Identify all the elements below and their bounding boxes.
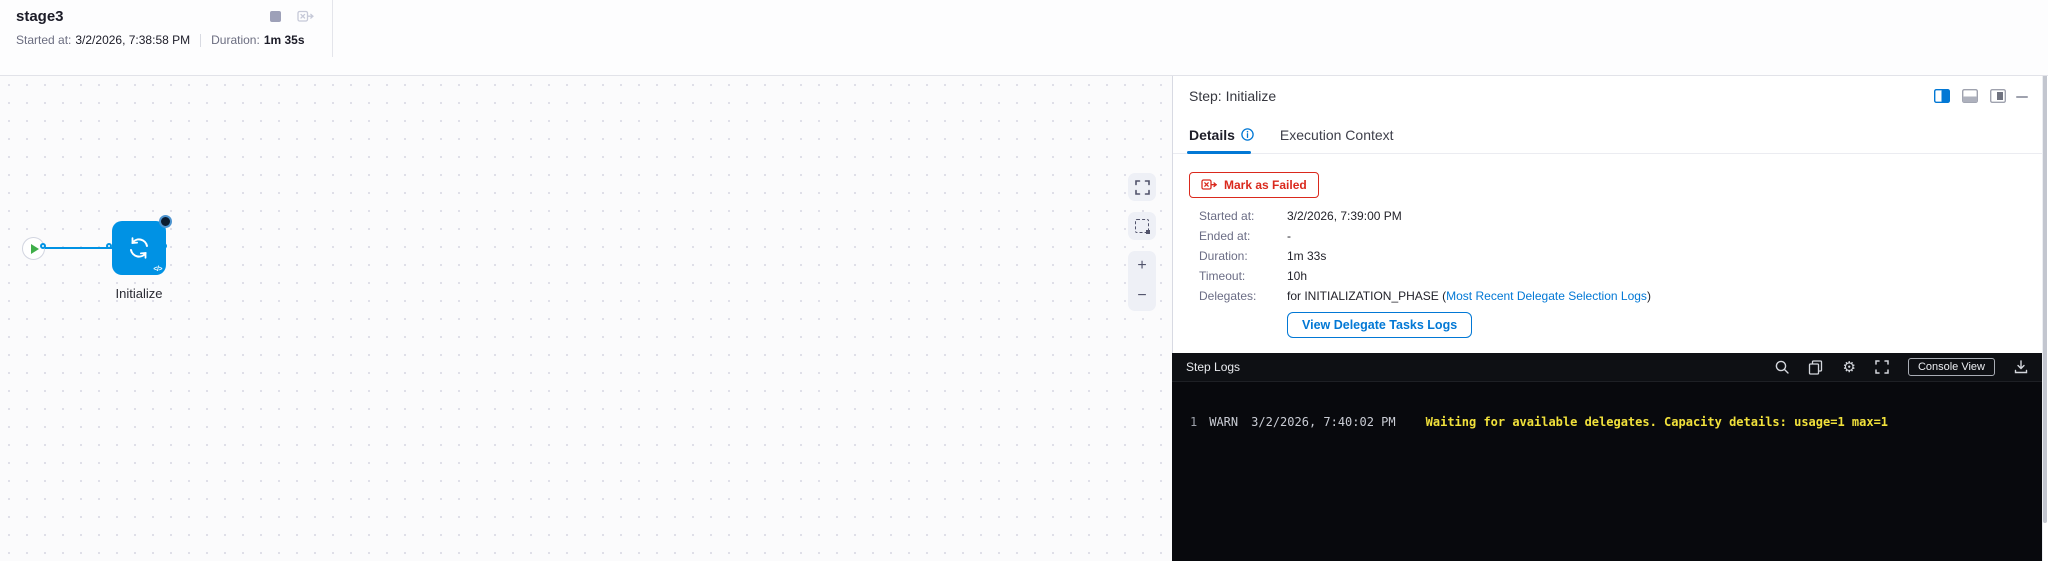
view-delegate-tasks-logs-button[interactable]: View Delegate Tasks Logs <box>1287 312 1473 338</box>
detail-label: Duration: <box>1199 249 1248 263</box>
stage-subtitle: Started at: 3/2/2026, 7:38:58 PM Duratio… <box>16 33 305 47</box>
download-icon[interactable] <box>2014 360 2028 374</box>
detail-value: 10h <box>1287 269 1308 283</box>
zoom-out-button[interactable]: − <box>1128 281 1156 311</box>
layout-right-panel-icon[interactable] <box>1934 89 1950 103</box>
marquee-select-button[interactable] <box>1128 212 1156 240</box>
detail-label: Timeout: <box>1199 269 1246 283</box>
step-status-badge <box>159 215 172 228</box>
step-panel-title: Step: Initialize <box>1189 88 1277 104</box>
log-message: Waiting for available delegates. Capacit… <box>1425 415 1889 429</box>
console-view-button[interactable]: Console View <box>1907 358 1995 376</box>
step-logs-title: Step Logs <box>1186 360 1241 374</box>
tab-details[interactable]: Details <box>1189 127 1254 143</box>
tab-execution-context[interactable]: Execution Context <box>1280 127 1394 143</box>
mark-failed-disabled-icon[interactable] <box>297 10 315 23</box>
abort-icon[interactable] <box>270 11 281 22</box>
detail-value: 1m 33s <box>1287 249 1327 263</box>
layout-split-panel-icon[interactable] <box>1990 89 2006 103</box>
zoom-in-button[interactable]: + <box>1128 251 1156 281</box>
delegate-selection-logs-link[interactable]: Most Recent Delegate Selection Logs <box>1446 289 1647 303</box>
page-scrollbar-track[interactable] <box>2042 0 2048 561</box>
collapse-panel-icon[interactable] <box>2016 96 2028 98</box>
log-level: WARN <box>1209 415 1239 429</box>
sync-running-icon <box>124 233 154 263</box>
page-scrollbar-thumb[interactable] <box>2043 0 2047 523</box>
step-panel-tabs: Details Execution Context <box>1173 116 2042 154</box>
step-logs-console: Step Logs ⚙ Console View 1 WARN 3/2/2026… <box>1172 353 2042 561</box>
panel-layout-toggles <box>1934 89 2006 103</box>
layout-bottom-panel-icon[interactable] <box>1962 89 1978 103</box>
settings-gear-icon[interactable]: ⚙ <box>1842 360 1855 375</box>
edge-connector <box>45 247 113 249</box>
delegates-value: for INITIALIZATION_PHASE (Most Recent De… <box>1287 290 1651 303</box>
search-icon[interactable] <box>1775 360 1790 374</box>
detail-label: Ended at: <box>1199 229 1251 243</box>
header-divider <box>332 0 333 57</box>
started-at-label: Started at: <box>16 33 72 47</box>
detail-label: Started at: <box>1199 209 1255 223</box>
log-line-number: 1 <box>1190 415 1198 429</box>
step-logs-header: Step Logs ⚙ Console View <box>1172 353 2042 382</box>
delegates-suffix: ) <box>1646 289 1651 303</box>
code-icon: </> <box>153 266 162 273</box>
info-icon[interactable] <box>1241 128 1254 141</box>
step-logs-actions: ⚙ Console View <box>1775 358 2028 376</box>
subtitle-divider <box>200 33 202 47</box>
mark-as-failed-button[interactable]: Mark as Failed <box>1189 172 1319 198</box>
copy-icon[interactable] <box>1808 359 1823 375</box>
fullscreen-icon[interactable] <box>1875 360 1889 374</box>
duration-value: 1m 35s <box>263 33 305 47</box>
detail-value: - <box>1287 229 1291 243</box>
edge-port-start <box>40 243 46 249</box>
mark-failed-icon <box>1201 179 1218 190</box>
stage-header: stage3 Started at: 3/2/2026, 7:38:58 PM … <box>0 0 2048 76</box>
marquee-icon <box>1135 219 1150 234</box>
stage-action-icons <box>270 10 315 23</box>
tab-execution-context-label: Execution Context <box>1279 126 1394 143</box>
zoom-controls: + − <box>1128 251 1156 311</box>
detail-label: Delegates: <box>1199 289 1257 303</box>
detail-value: 3/2/2026, 7:39:00 PM <box>1287 209 1402 223</box>
fit-to-screen-button[interactable] <box>1128 173 1156 201</box>
log-line[interactable]: 1 WARN 3/2/2026, 7:40:02 PM Waiting for … <box>1172 415 2042 429</box>
stage-title: stage3 <box>16 8 64 25</box>
duration-label: Duration: <box>211 33 260 47</box>
delegates-prefix: for INITIALIZATION_PHASE ( <box>1287 289 1447 303</box>
active-tab-underline <box>1187 151 1251 154</box>
fullscreen-icon <box>1134 179 1150 195</box>
tab-details-label: Details <box>1189 126 1235 143</box>
started-at-value: 3/2/2026, 7:38:58 PM <box>75 33 191 47</box>
pipeline-canvas[interactable]: </> Initialize + − <box>0 76 1172 561</box>
play-icon <box>30 243 39 254</box>
step-node-label: Initialize <box>115 286 163 301</box>
mark-as-failed-label: Mark as Failed <box>1224 178 1307 192</box>
step-details-list: Started at: 3/2/2026, 7:39:00 PM Ended a… <box>1199 210 1651 303</box>
log-timestamp: 3/2/2026, 7:40:02 PM <box>1251 415 1396 429</box>
step-node-initialize[interactable]: </> <box>112 215 172 275</box>
